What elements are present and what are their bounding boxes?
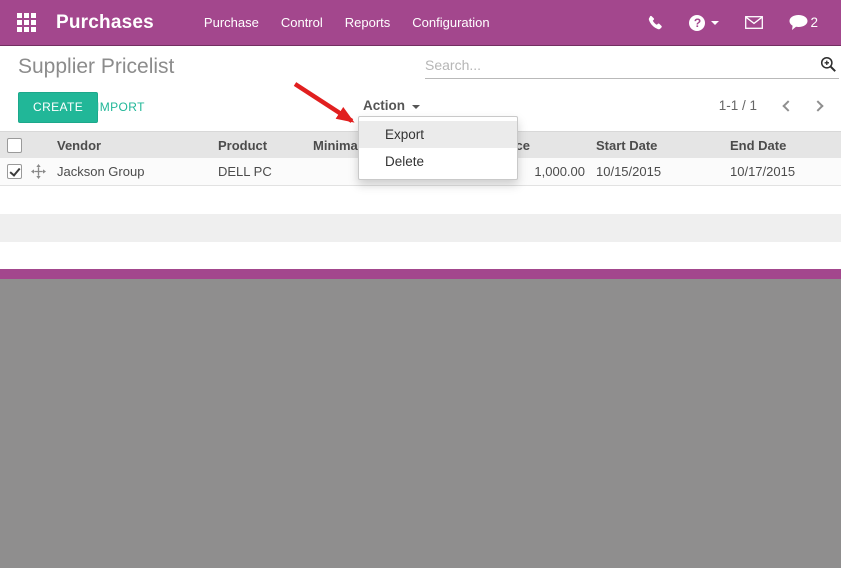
- row-select-cell: [0, 164, 28, 179]
- column-header-end-date[interactable]: End Date: [719, 138, 841, 153]
- menu-item-export[interactable]: Export: [359, 121, 517, 148]
- message-count-badge: 2: [810, 15, 818, 30]
- row-drag-handle[interactable]: [28, 164, 57, 179]
- cell-start-date: 10/15/2015: [596, 164, 662, 179]
- menu-purchase[interactable]: Purchase: [193, 6, 270, 39]
- pager-range: 1-1 / 1: [718, 98, 757, 113]
- apps-grid-icon[interactable]: [17, 13, 36, 32]
- action-dropdown-button[interactable]: Action: [363, 98, 420, 113]
- chevron-left-icon[interactable]: [782, 99, 794, 112]
- chevron-right-icon[interactable]: [812, 99, 824, 112]
- search-magnifier-icon[interactable]: [814, 56, 839, 75]
- navbar-right-icons: ? 2: [634, 14, 831, 31]
- column-header-vendor[interactable]: Vendor: [57, 138, 218, 153]
- select-all-checkbox[interactable]: [6, 137, 22, 153]
- menu-configuration[interactable]: Configuration: [401, 6, 500, 39]
- menu-item-delete[interactable]: Delete: [359, 148, 517, 175]
- mail-icon[interactable]: [732, 16, 776, 29]
- cell-product: DELL PC: [218, 164, 272, 179]
- bottom-magenta-bar: [0, 269, 841, 279]
- action-dropdown-menu: Export Delete: [358, 116, 518, 180]
- envelope-glyph: [745, 16, 764, 29]
- import-link[interactable]: IMPORT: [96, 100, 145, 114]
- messages-icon[interactable]: 2: [776, 14, 831, 31]
- select-all-cell: [0, 137, 28, 153]
- action-label: Action: [363, 98, 405, 113]
- help-icon[interactable]: ?: [676, 14, 732, 31]
- search-input[interactable]: [425, 57, 814, 73]
- speech-bubble-glyph: [789, 14, 808, 30]
- app-brand[interactable]: Purchases: [56, 12, 154, 34]
- menu-control[interactable]: Control: [270, 6, 334, 39]
- cell-vendor: Jackson Group: [57, 164, 145, 179]
- search-bar: [425, 52, 839, 79]
- caret-down-icon: [412, 104, 420, 109]
- move-cross-icon: [31, 164, 46, 179]
- caret-down-icon: [711, 20, 720, 25]
- page-title: Supplier Pricelist: [18, 55, 175, 78]
- column-header-start-date[interactable]: Start Date: [585, 138, 719, 153]
- empty-gray-band: [0, 214, 841, 242]
- pager: 1-1 / 1: [719, 98, 828, 113]
- question-circle-icon: ?: [689, 14, 706, 31]
- row-checkbox[interactable]: [6, 164, 22, 179]
- main-menu: Purchase Control Reports Configuration: [193, 6, 501, 39]
- cell-end-date: 10/17/2015: [730, 164, 796, 179]
- top-navbar: Purchases Purchase Control Reports Confi…: [0, 0, 841, 46]
- create-button[interactable]: CREATE: [18, 92, 99, 123]
- phone-icon[interactable]: [634, 15, 676, 31]
- desktop-background: [0, 279, 841, 568]
- menu-reports[interactable]: Reports: [334, 6, 402, 39]
- column-header-product[interactable]: Product: [218, 138, 313, 153]
- phone-glyph: [649, 15, 663, 29]
